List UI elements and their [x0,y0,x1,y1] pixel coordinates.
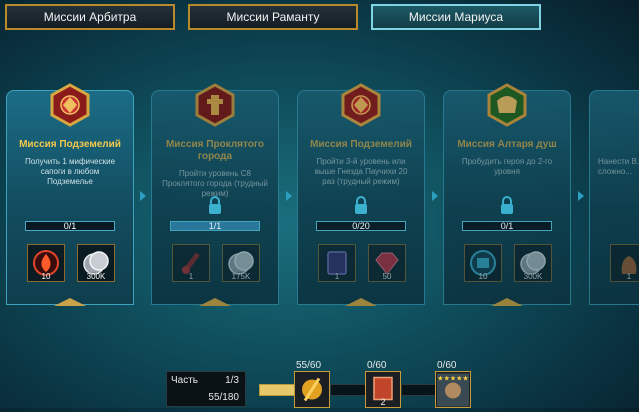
part-value: 1/3 [225,375,239,386]
golden-artifact-icon [302,377,322,402]
reward-slot[interactable]: 175K [222,244,260,282]
lock-icon [355,196,367,214]
tab-arbiter-missions[interactable]: Миссии Арбитра [5,4,175,30]
mission-progress-bar: 0/1 [462,221,552,231]
reward-slot[interactable]: 1 [318,244,356,282]
card-ornament-icon [199,298,231,306]
milestone-quantity: 2 [380,397,386,407]
part-points: 55/180 [208,392,239,403]
reward-quantity: 10 [478,272,488,281]
tab-ramantu-missions[interactable]: Миссии Раманту [188,4,358,30]
reward-quantity: 50 [382,272,392,281]
dungeon-emblem-icon [341,83,381,127]
reward-slot[interactable]: 1 [172,244,210,282]
mission-card[interactable]: Миссия Алтаря душ Пробудить героя до 2-г… [443,83,571,306]
card-ornament-icon [54,298,86,306]
reward-quantity: 1 [626,272,632,281]
reward-slot[interactable]: 10 [27,244,65,282]
reward-quantity: 300K [86,272,106,281]
milestone-label: 0/60 [437,360,457,371]
mission-description: Нанести В... одну... сложно... [598,157,639,176]
part-progress-panel: Часть 1/3 55/180 [166,371,246,407]
card-ornament-icon [345,298,377,306]
chevron-right-icon [578,191,584,201]
mission-card[interactable]: Нанести В... одну... сложно... 1 [589,90,639,305]
reward-quantity: 1 [334,272,340,281]
reward-quantity: 175K [231,272,251,281]
reward-slot[interactable]: 50 [368,244,406,282]
mission-description: Получить 1 мифические сапоги в любом Под… [24,157,116,186]
milestone-label: 0/60 [367,360,387,371]
chevron-right-icon [432,191,438,201]
milestone-track [401,384,437,396]
soul-altar-emblem-icon [487,83,527,127]
part-label: Часть [171,375,199,386]
mission-description: Пройти 3-й уровень или выше Гнезда Паучи… [314,157,408,186]
mission-title: Миссия Подземелий [310,139,412,150]
reward-quantity: 10 [41,272,51,281]
reward-slot[interactable]: 300K [77,244,115,282]
reward-quantity: 1 [188,272,194,281]
reward-quantity: 300K [523,272,543,281]
mission-card[interactable]: Миссия Подземелий Получить 1 мифические … [6,83,134,306]
milestone-track [259,384,295,396]
lock-icon [209,196,221,214]
milestone-reward[interactable]: 2 [365,371,401,408]
mission-description: Пробудить героя до 2-го уровня [461,157,553,176]
dungeon-emblem-icon [50,83,90,127]
reward-slot[interactable]: 1 [610,244,639,282]
mission-card[interactable]: Миссия Подземелий Пройти 3-й уровень или… [297,83,425,306]
milestone-label: 55/60 [296,360,322,371]
lock-icon [501,196,513,214]
mission-progress-bar: 1/1 [170,221,260,231]
mission-card[interactable]: Миссия Проклятого города Пройти уровень … [151,83,279,306]
chevron-right-icon [140,191,146,201]
mission-description: Пройти уровень С8 Проклятого города (тру… [162,169,268,198]
milestone-reward[interactable] [294,371,330,408]
mission-title: Миссия Подземелий [19,139,121,150]
reward-slot[interactable]: 300K [514,244,552,282]
chevron-right-icon [286,191,292,201]
tab-marius-missions[interactable]: Миссии Мариуса [371,4,541,30]
mission-title: Миссия Алтаря душ [457,139,557,150]
cursed-city-emblem-icon [195,83,235,127]
card-ornament-icon [491,298,523,306]
champion-portrait-icon: ★★★★★ [437,373,469,407]
milestone-track [330,384,366,396]
mission-title: Миссия Проклятого города [165,139,265,162]
milestone-reward[interactable]: ★★★★★ [435,371,471,408]
mission-progress-bar: 0/20 [316,221,406,231]
mission-progress-bar: 0/1 [25,221,115,231]
svg-text:★★★★★: ★★★★★ [437,375,468,383]
reward-slot[interactable]: 10 [464,244,502,282]
